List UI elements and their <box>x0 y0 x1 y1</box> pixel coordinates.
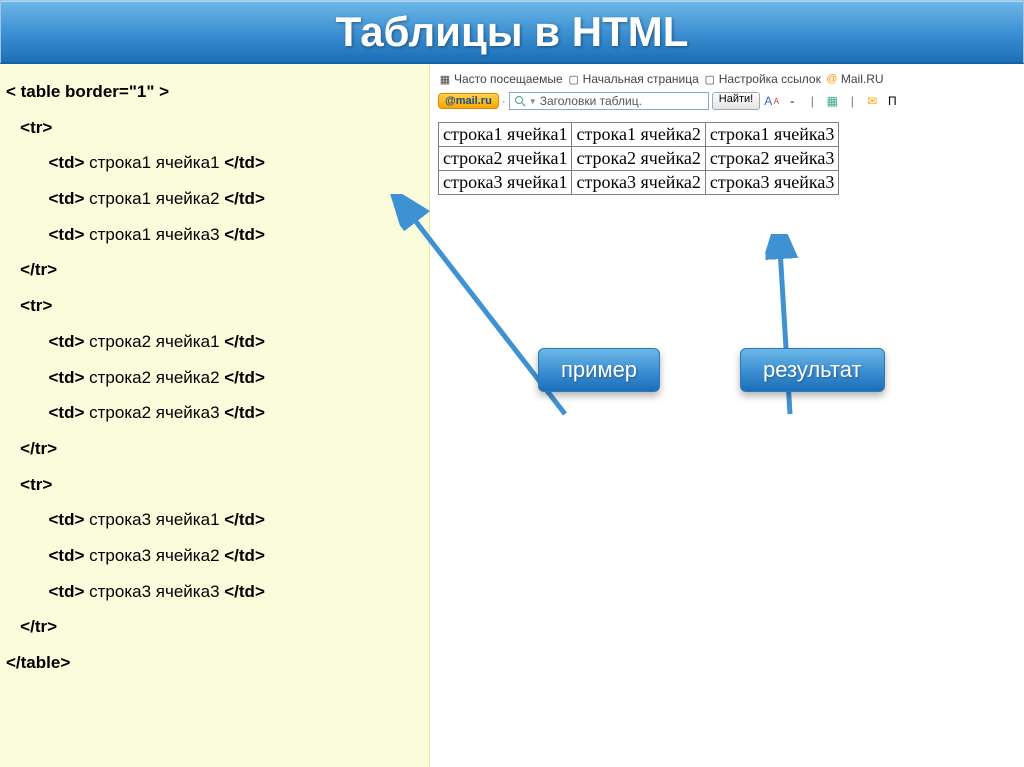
code-line: < table border="1" > <box>6 74 425 110</box>
code-line: <tr> <box>6 467 425 503</box>
table-cell: строка3 ячейка2 <box>572 171 705 195</box>
grid-icon[interactable]: ▦ <box>823 93 841 109</box>
code-line: <td> строка1 ячейка1 </td> <box>6 145 425 181</box>
callout-example: пример <box>538 348 660 392</box>
code-line: <td> строка2 ячейка2 </td> <box>6 360 425 396</box>
table-cell: строка3 ячейка3 <box>705 171 838 195</box>
code-line: </table> <box>6 645 425 681</box>
code-line: <td> строка1 ячейка3 </td> <box>6 217 425 253</box>
code-line: <td> строка3 ячейка3 </td> <box>6 574 425 610</box>
magnifier-icon <box>514 95 526 107</box>
page-title: Таблицы в HTML <box>336 8 689 56</box>
code-line: <td> строка2 ячейка3 </td> <box>6 395 425 431</box>
table-cell: строка1 ячейка1 <box>439 123 572 147</box>
bookmark-home[interactable]: ▢ Начальная страница <box>567 72 699 86</box>
page-icon: ▢ <box>703 72 717 86</box>
table-cell: строка2 ячейка2 <box>572 147 705 171</box>
search-toolbar: @mail.ru · ▼ Заголовки таблиц. Найти! AA… <box>438 92 1024 110</box>
font-icon[interactable]: AA <box>763 93 781 109</box>
mailru-icon: @ <box>825 72 839 86</box>
code-line: <td> строка3 ячейка2 </td> <box>6 538 425 574</box>
search-text: Заголовки таблиц. <box>540 94 642 108</box>
code-line: </tr> <box>6 609 425 645</box>
arrow-result <box>750 234 830 424</box>
code-panel: < table border="1" > <tr> <td> строка1 я… <box>0 64 430 767</box>
code-line: <tr> <box>6 288 425 324</box>
code-line: </tr> <box>6 431 425 467</box>
code-line: <td> строка1 ячейка2 </td> <box>6 181 425 217</box>
bookmark-freq[interactable]: ▦ Часто посещаемые <box>438 72 563 86</box>
chevron-down-icon: ▼ <box>529 97 537 106</box>
bookmark-mailru[interactable]: @ Mail.RU <box>825 72 884 86</box>
callout-result: результат <box>740 348 885 392</box>
separator: | <box>843 93 861 109</box>
table-cell: строка3 ячейка1 <box>439 171 572 195</box>
table-row: строка3 ячейка1 строка3 ячейка2 строка3 … <box>439 171 839 195</box>
search-input[interactable]: ▼ Заголовки таблиц. <box>509 92 709 110</box>
bookmark-icon: ▦ <box>438 72 452 86</box>
code-line: <tr> <box>6 110 425 146</box>
code-line: </tr> <box>6 252 425 288</box>
code-line: <td> строка3 ячейка1 </td> <box>6 502 425 538</box>
separator: | <box>803 93 821 109</box>
dash-icon[interactable]: - <box>783 93 801 109</box>
truncated-text: П <box>883 93 901 109</box>
bookmarks-toolbar: ▦ Часто посещаемые ▢ Начальная страница … <box>438 70 1024 88</box>
table-row: строка1 ячейка1 строка1 ячейка2 строка1 … <box>439 123 839 147</box>
page-icon: ▢ <box>567 72 581 86</box>
bookmark-links[interactable]: ▢ Настройка ссылок <box>703 72 821 86</box>
separator: · <box>502 94 506 108</box>
table-cell: строка2 ячейка3 <box>705 147 838 171</box>
code-line: <td> строка2 ячейка1 </td> <box>6 324 425 360</box>
content-area: < table border="1" > <tr> <td> строка1 я… <box>0 64 1024 767</box>
table-cell: строка1 ячейка2 <box>572 123 705 147</box>
title-bar: Таблицы в HTML <box>0 0 1024 64</box>
result-panel: ▦ Часто посещаемые ▢ Начальная страница … <box>430 64 1024 767</box>
tool-icons: AA - | ▦ | ✉ П <box>763 93 901 109</box>
table-row: строка2 ячейка1 строка2 ячейка2 строка2 … <box>439 147 839 171</box>
table-cell: строка1 ячейка3 <box>705 123 838 147</box>
table-cell: строка2 ячейка1 <box>439 147 572 171</box>
mailru-button[interactable]: @mail.ru <box>438 93 499 109</box>
result-table: строка1 ячейка1 строка1 ячейка2 строка1 … <box>438 122 839 195</box>
envelope-icon[interactable]: ✉ <box>863 93 881 109</box>
find-button[interactable]: Найти! <box>712 92 760 110</box>
